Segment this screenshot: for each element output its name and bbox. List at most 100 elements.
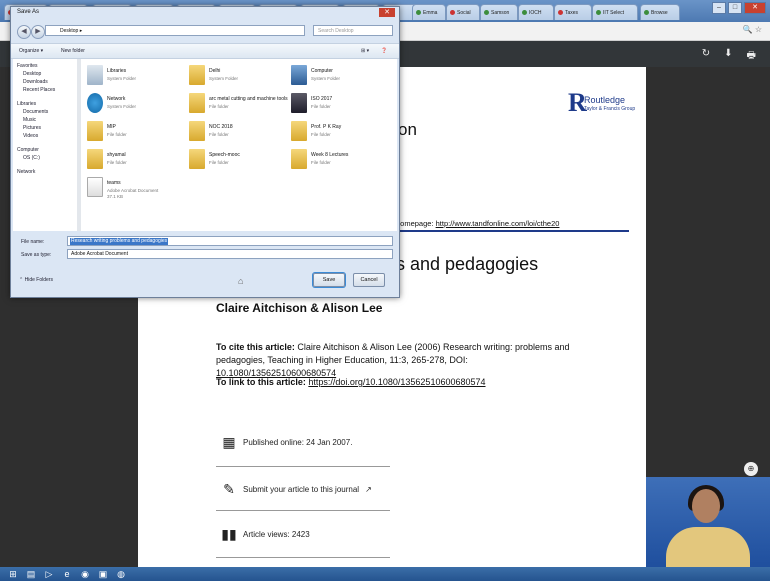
browser-tab[interactable]: Social [446,4,480,20]
minimize-button[interactable]: – [712,2,726,14]
homepage-link[interactable]: http://www.tandfonline.com/loi/cthe20 [436,219,560,228]
nav-item[interactable]: Music [23,117,36,123]
file-name-label: File name: [21,239,45,245]
windows-taskbar: ⊞ ▤ ▷ e ◉ ▣ ◍ [0,567,770,581]
file-item[interactable]: arc metal cutting and machine tools File … [189,93,288,119]
file-item[interactable]: Libraries System Folder [87,65,185,91]
file-type: File folder [311,104,331,109]
browser-tab[interactable]: IOCH [518,4,554,20]
file-item[interactable]: ISO 2017 File folder [291,93,389,119]
folder-icon [291,121,307,141]
browser-tab[interactable]: Browse [640,4,680,20]
presenter-face [692,489,720,523]
presenter-video [646,477,770,567]
firefox-icon[interactable]: ◉ [78,568,92,580]
file-item[interactable]: Computer System Folder [291,65,389,91]
file-type: File folder [107,132,127,137]
new-folder-button[interactable]: New folder [61,48,85,54]
file-type: System Folder [311,76,341,81]
back-icon[interactable]: ◀ [17,25,31,39]
nav-item[interactable]: Desktop [23,71,41,77]
save-button[interactable]: Save [313,273,345,287]
file-item[interactable]: Delhi System Folder [189,65,287,91]
maximize-button[interactable]: □ [728,2,742,14]
media-icon[interactable]: ▷ [42,568,56,580]
article-url[interactable]: https://doi.org/10.1080/1356251060068057… [308,377,485,387]
folder-icon [189,149,205,169]
nav-item[interactable]: Computer [17,147,39,153]
logo-name: Routledge [584,95,626,105]
nav-item[interactable]: Pictures [23,125,41,131]
tab-label: Samson [491,10,510,16]
nav-item[interactable]: Videos [23,133,38,139]
file-name: Libraries [107,68,127,74]
presenter-body [666,527,750,567]
tab-label: Browse [651,10,668,16]
tab-label: Emma [423,10,438,16]
file-name: MIP [107,124,116,130]
browser-tab[interactable]: Taxes [554,4,592,20]
dialog-close-button[interactable]: ✕ [379,8,395,17]
separator [216,510,390,511]
file-type: System Folder [209,76,239,81]
file-item[interactable]: Prof. P K Ray File folder [291,121,389,147]
nav-item[interactable]: Recent Places [23,87,55,93]
browser-tab[interactable]: Samson [480,4,518,20]
dialog-title: Save As [17,9,40,15]
nav-item[interactable]: OS (C:) [23,155,40,161]
pdf-app-icon[interactable]: ▣ [96,568,110,580]
zoom-star-icons[interactable]: 🔍 ☆ [743,25,762,34]
file-name-input[interactable]: Research writing problems and pedagogies [67,236,393,246]
file-type: File folder [311,160,331,165]
file-item[interactable]: Week 8 Lectures File folder [291,149,389,175]
explorer-icon[interactable]: ▤ [24,568,38,580]
path-breadcrumb[interactable]: Desktop ▸ [45,25,305,36]
file-name-value[interactable]: Research writing problems and pedagogies [70,238,169,245]
download-icon[interactable]: ⬇ [724,48,732,65]
print-icon[interactable]: 🖶 [747,48,756,65]
chrome-icon[interactable]: ◍ [114,568,128,580]
file-item[interactable]: Speech-mooc File folder [189,149,287,175]
nav-item[interactable]: Documents [23,109,48,115]
organize-button[interactable]: Organize ▾ [19,48,43,54]
ie-icon[interactable]: e [60,568,74,580]
article-authors: Claire Aitchison & Alison Lee [216,301,383,315]
cancel-button[interactable]: Cancel [353,273,385,287]
search-input[interactable]: Search Desktop [313,25,393,36]
submit-article[interactable]: ✎ Submit your article to this journal ↗ [221,481,372,498]
file-name: arc metal cutting and machine tools [209,96,288,102]
folder-icon [87,65,103,85]
file-item[interactable]: NOC 2018 File folder [189,121,287,147]
forward-icon[interactable]: ▶ [31,25,45,39]
views-text: Article views: 2423 [243,530,310,539]
close-window-button[interactable]: ✕ [744,2,766,14]
view-options-button[interactable]: ⊞ ▾ [361,48,369,54]
file-item[interactable]: Network System Folder [87,93,185,119]
tab-favicon-icon [596,10,601,16]
hide-folders-label[interactable]: Hide Folders [25,277,53,283]
file-item[interactable]: shyamal File folder [87,149,185,175]
rotate-icon[interactable]: ↻ [702,48,710,65]
help-icon[interactable]: ❓ [381,48,387,54]
nav-item[interactable]: Network [17,169,35,175]
tab-favicon-icon [644,10,649,16]
browser-tab[interactable]: IIT Select [592,4,638,20]
start-icon[interactable]: ⊞ [6,568,20,580]
nav-item[interactable]: Downloads [23,79,48,85]
file-name: NOC 2018 [209,124,233,130]
submit-text[interactable]: Submit your article to this journal [243,485,359,494]
save-type-select[interactable]: Adobe Acrobat Document [67,249,393,259]
file-name: Prof. P K Ray [311,124,342,130]
nav-item[interactable]: Favorites [17,63,38,69]
hide-folders-toggle[interactable]: ⌃ Hide Folders [19,277,53,283]
browser-tab[interactable]: Emma [412,4,446,20]
file-name: Network [107,96,126,102]
citation: To cite this article: Claire Aitchison &… [216,341,576,380]
tab-favicon-icon [484,10,489,16]
file-item[interactable]: teams Adobe Acrobat Document 37.1 KB [87,177,185,203]
scroll-button[interactable]: ⊕ [744,462,758,476]
nav-item[interactable]: Libraries [17,101,36,107]
edit-icon: ✎ [223,481,235,497]
file-name: Delhi [209,68,221,74]
file-item[interactable]: MIP File folder [87,121,185,147]
